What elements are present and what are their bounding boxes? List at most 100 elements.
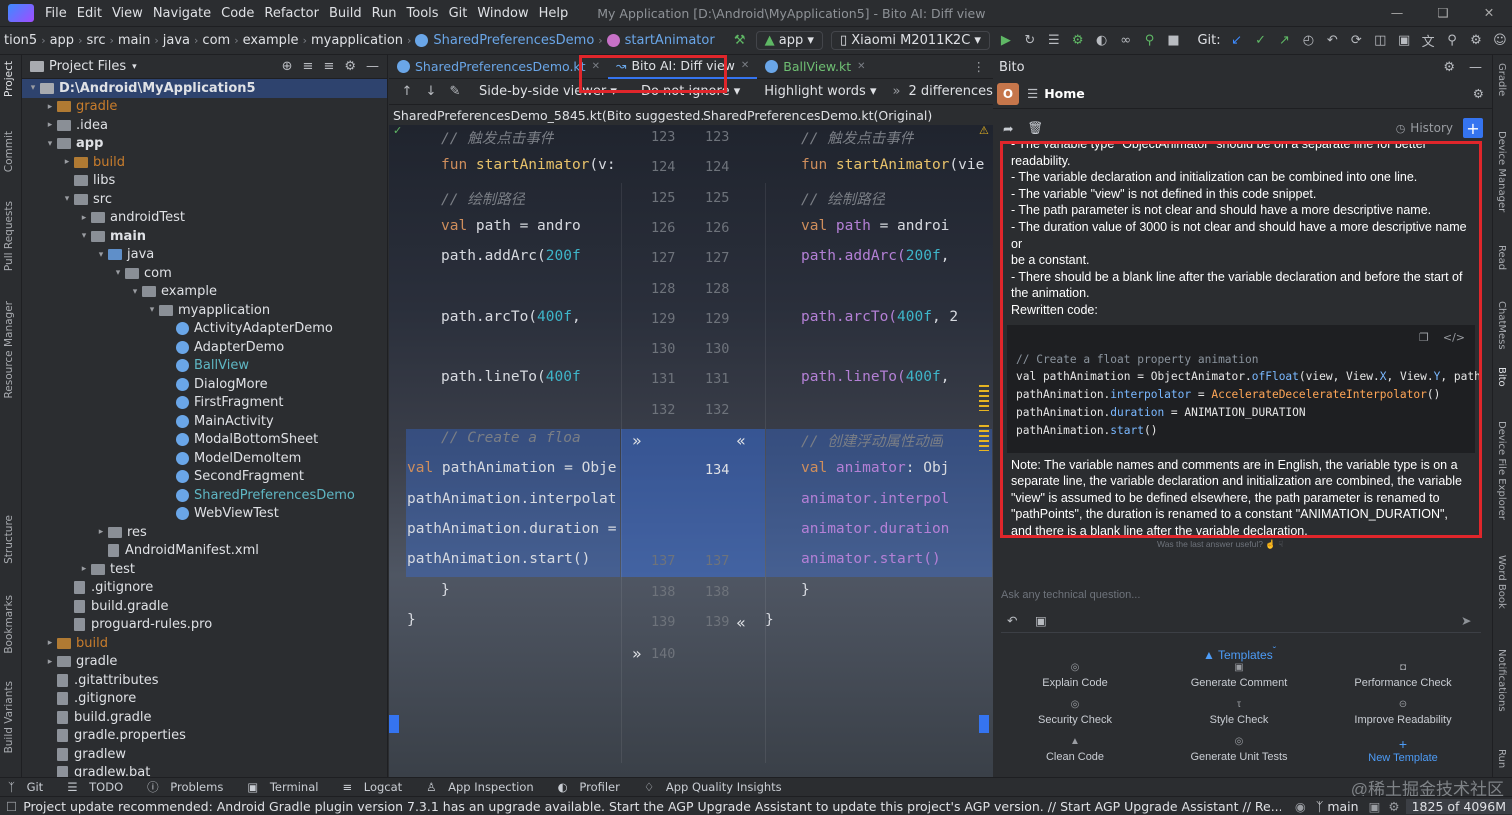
apply-right-icon[interactable]: « xyxy=(736,431,746,450)
chevron-right-icon[interactable]: ▸ xyxy=(43,102,57,112)
template-generate-unit-tests[interactable]: ◎ Generate Unit Tests xyxy=(1159,736,1319,763)
tree-item[interactable]: build.gradle xyxy=(22,708,387,727)
eye-icon[interactable]: ◉ xyxy=(1295,799,1306,814)
hide-icon[interactable]: — xyxy=(366,59,379,74)
template-new[interactable]: + New Template xyxy=(1323,736,1483,764)
edit-icon[interactable]: ✎ xyxy=(444,81,466,103)
git-rollback-icon[interactable]: ↶ xyxy=(1321,30,1343,52)
tool-device-manager[interactable]: Device Manager xyxy=(1496,131,1507,212)
chevron-right-icon[interactable]: ▸ xyxy=(60,157,74,167)
tree-item[interactable]: WebViewTest xyxy=(22,505,387,524)
tool-bookmarks[interactable]: Bookmarks xyxy=(3,595,15,654)
next-diff-icon[interactable]: ↓ xyxy=(420,81,442,103)
tool-tab-profiler[interactable]: ◐ Profiler xyxy=(558,780,628,794)
tree-item[interactable]: proguard-rules.pro xyxy=(22,616,387,635)
template-explain-code[interactable]: ◎ Explain Code xyxy=(995,662,1155,689)
tree-item[interactable]: ModelDemoItem xyxy=(22,449,387,468)
tree-item[interactable]: ModalBottomSheet xyxy=(22,431,387,450)
hide-icon[interactable]: — xyxy=(1469,60,1482,75)
git-commit-icon[interactable]: ✓ xyxy=(1250,30,1272,52)
tree-item[interactable]: ▾ example xyxy=(22,283,387,302)
trash-icon[interactable]: 🗑 xyxy=(1027,120,1043,136)
coverage-icon[interactable]: ∞ xyxy=(1115,30,1137,52)
hamburger-icon[interactable]: ☰ xyxy=(1027,86,1038,101)
tool-structure[interactable]: Structure xyxy=(3,515,15,564)
menu-code[interactable]: Code xyxy=(216,6,259,21)
translate-icon[interactable]: 文 xyxy=(1417,30,1439,52)
tree-item[interactable]: ▸ gradle xyxy=(22,98,387,117)
tree-item[interactable]: ▸ androidTest xyxy=(22,209,387,228)
rerun-icon[interactable]: ↻ xyxy=(1019,30,1041,52)
gear-icon[interactable]: ⚙ xyxy=(344,59,356,74)
crumb-src[interactable]: src xyxy=(82,33,109,48)
tool-word-book[interactable]: Word Book xyxy=(1496,555,1507,609)
profile-icon[interactable]: ◐ xyxy=(1091,30,1113,52)
tree-root[interactable]: ▾ D:\Android\MyApplication5 xyxy=(22,79,387,98)
tree-item[interactable]: gradlew xyxy=(22,745,387,764)
tool-tab-app-inspection[interactable]: ♙ App Inspection xyxy=(426,780,542,794)
device-mirror-icon[interactable]: ◫ xyxy=(1369,30,1391,52)
tree-item[interactable]: ▸ gradle xyxy=(22,653,387,672)
chevron-down-icon[interactable]: ▾ xyxy=(60,194,74,204)
project-panel-title[interactable]: Project Files xyxy=(49,59,126,74)
thumbs-down-icon[interactable]: ☟ xyxy=(1278,539,1283,549)
chevron-down-icon[interactable]: ▾ xyxy=(145,305,159,315)
tool-notifications[interactable]: Notifications xyxy=(1496,649,1507,712)
menu-edit[interactable]: Edit xyxy=(72,6,107,21)
menu-view[interactable]: View xyxy=(107,6,148,21)
send-icon[interactable]: ➤ xyxy=(1461,613,1471,628)
tree-item[interactable]: build.gradle xyxy=(22,597,387,616)
crumb-project[interactable]: tion5 xyxy=(0,33,41,48)
thumbs-up-icon[interactable]: ☝ xyxy=(1265,539,1276,549)
crumb-method[interactable]: startAnimator xyxy=(625,33,719,48)
more-tabs-icon[interactable]: ⋮ xyxy=(973,59,994,74)
attach-debugger-icon[interactable]: ⚲ xyxy=(1139,30,1161,52)
chevron-right-icon[interactable]: ▸ xyxy=(77,564,91,574)
template-clean-code[interactable]: ▲ Clean Code xyxy=(995,736,1155,763)
tool-run[interactable]: Run xyxy=(1496,749,1507,768)
template-improve-readability[interactable]: ⊝ Improve Readability xyxy=(1323,699,1483,726)
lock-icon[interactable]: ▣ xyxy=(1369,799,1381,814)
tool-tab-problems[interactable]: ⓘ Problems xyxy=(147,779,231,795)
tool-project[interactable]: Project xyxy=(3,61,15,97)
tool-read[interactable]: Read xyxy=(1496,245,1507,270)
tool-build-variants[interactable]: Build Variants xyxy=(3,681,15,753)
tree-item[interactable]: gradlew.bat xyxy=(22,764,387,777)
chevron-down-icon[interactable]: ▾ xyxy=(128,287,142,297)
tree-item[interactable]: .gitattributes xyxy=(22,671,387,690)
menu-tools[interactable]: Tools xyxy=(402,6,444,21)
tab-sharedpreferencesdemo[interactable]: SharedPreferencesDemo.kt ✕ xyxy=(389,55,608,79)
template-generate-comment[interactable]: ▣ Generate Comment xyxy=(1159,662,1319,689)
history-icon[interactable]: ◷ xyxy=(1396,122,1406,135)
run-config-select[interactable]: ▲ app ▾ xyxy=(755,31,823,50)
tool-device-file-explorer[interactable]: Device File Explorer xyxy=(1496,421,1507,520)
memory-indicator[interactable]: 1825 of 4096M xyxy=(1405,798,1512,814)
tree-item[interactable]: BallView xyxy=(22,357,387,376)
menu-run[interactable]: Run xyxy=(367,6,402,21)
tree-item[interactable]: ActivityAdapterDemo xyxy=(22,320,387,339)
chevron-right-icon[interactable]: ▸ xyxy=(43,638,57,648)
chevron-down-icon[interactable]: ▾ xyxy=(132,62,137,72)
chevron-right-icon[interactable]: ▸ xyxy=(77,213,91,223)
tool-tab-terminal[interactable]: ▣ Terminal xyxy=(247,780,326,794)
tab-ballview[interactable]: BallView.kt ✕ xyxy=(757,55,873,79)
gear-icon[interactable]: ⚙ xyxy=(1388,799,1399,814)
insert-code-icon[interactable]: </> xyxy=(1443,331,1465,344)
menu-window[interactable]: Window xyxy=(472,6,533,21)
tool-commit[interactable]: Commit xyxy=(3,131,15,172)
stop-icon[interactable]: ■ xyxy=(1163,30,1185,52)
tree-item[interactable]: ▾ com xyxy=(22,264,387,283)
chevron-right-icon[interactable]: ▸ xyxy=(94,527,108,537)
maximize-icon[interactable]: ❑ xyxy=(1420,0,1466,26)
highlight-select[interactable]: Highlight words ▾ xyxy=(756,83,884,100)
avatar-icon[interactable]: ☺ xyxy=(1489,30,1511,52)
crumb-example[interactable]: example xyxy=(239,33,303,48)
chevron-down-icon[interactable]: ▾ xyxy=(94,250,108,260)
close-icon[interactable]: ✕ xyxy=(1466,0,1512,26)
avatar[interactable]: O xyxy=(997,82,1019,105)
tree-item[interactable]: ▸ res xyxy=(22,523,387,542)
crumb-app[interactable]: app xyxy=(46,33,78,48)
tree-item[interactable]: ▸ test xyxy=(22,560,387,579)
tree-item[interactable]: ▾ src xyxy=(22,190,387,209)
sdk-manager-icon[interactable]: ▣ xyxy=(1393,30,1415,52)
